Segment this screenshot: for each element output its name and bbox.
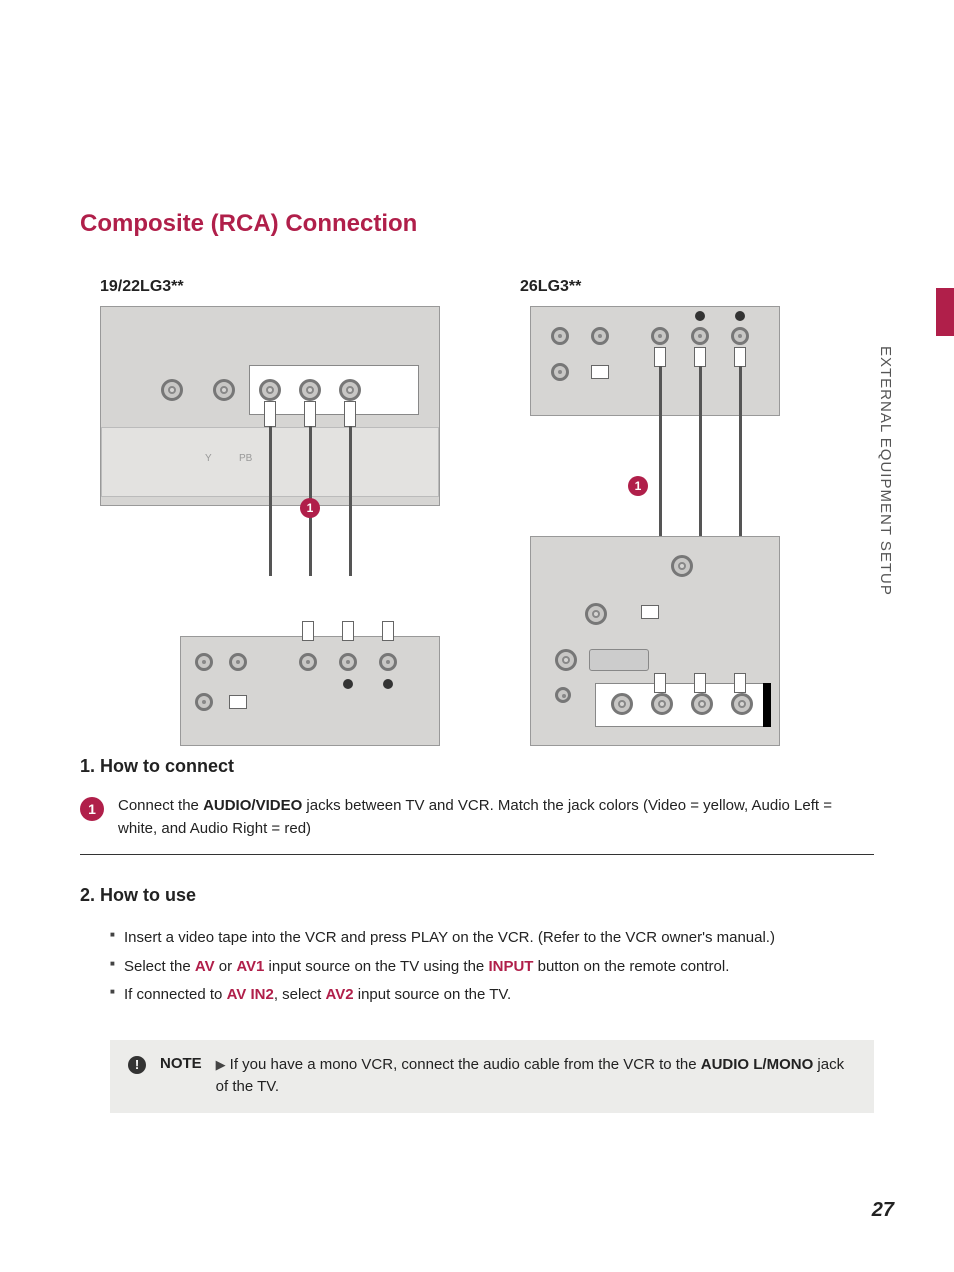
component-pb-label: PB	[239, 453, 252, 464]
info-icon: !	[128, 1056, 146, 1074]
note-label: NOTE	[160, 1055, 202, 1072]
vcr-panel-bottom	[180, 636, 440, 746]
diagram-19-22lg3: 19/22LG3** Y PB	[100, 278, 460, 706]
note-text: ▶If you have a mono VCR, connect the aud…	[216, 1054, 856, 1099]
tv-panel-bottom	[530, 536, 780, 746]
vcr-panel-top	[530, 306, 780, 416]
component-y-label: Y	[205, 453, 212, 464]
text-pre: Connect the	[118, 797, 203, 814]
connect-step-text: Connect the AUDIO/VIDEO jacks between TV…	[118, 795, 874, 840]
side-accent-tab	[936, 288, 954, 336]
diagram-label-right: 26LG3**	[520, 278, 800, 296]
note-box: ! NOTE ▶If you have a mono VCR, connect …	[110, 1040, 874, 1113]
connect-step-1: 1 Connect the AUDIO/VIDEO jacks between …	[80, 795, 874, 855]
how-to-use-list: Insert a video tape into the VCR and pre…	[110, 924, 874, 1010]
how-to-use-heading: 2. How to use	[80, 885, 874, 906]
diagram-26lg3: 26LG3**	[520, 278, 800, 706]
cable-badge-1-left: 1	[300, 498, 320, 518]
manual-page: EXTERNAL EQUIPMENT SETUP Composite (RCA)…	[0, 0, 954, 1272]
arrow-icon: ▶	[216, 1057, 226, 1072]
cable-badge-1-right: 1	[628, 476, 648, 496]
step-number-badge: 1	[80, 797, 104, 821]
page-number: 27	[872, 1199, 894, 1222]
how-to-connect-heading: 1. How to connect	[80, 756, 874, 777]
use-bullet-3: If connected to AV IN2, select AV2 input…	[110, 981, 874, 1010]
text-bold-av: AUDIO/VIDEO	[203, 797, 302, 814]
diagram-label-left: 19/22LG3**	[100, 278, 460, 296]
side-section-label: EXTERNAL EQUIPMENT SETUP	[877, 346, 894, 596]
page-title: Composite (RCA) Connection	[80, 210, 874, 238]
connection-diagrams: 19/22LG3** Y PB	[100, 278, 874, 706]
use-bullet-2: Select the AV or AV1 input source on the…	[110, 953, 874, 982]
use-bullet-1: Insert a video tape into the VCR and pre…	[110, 924, 874, 953]
